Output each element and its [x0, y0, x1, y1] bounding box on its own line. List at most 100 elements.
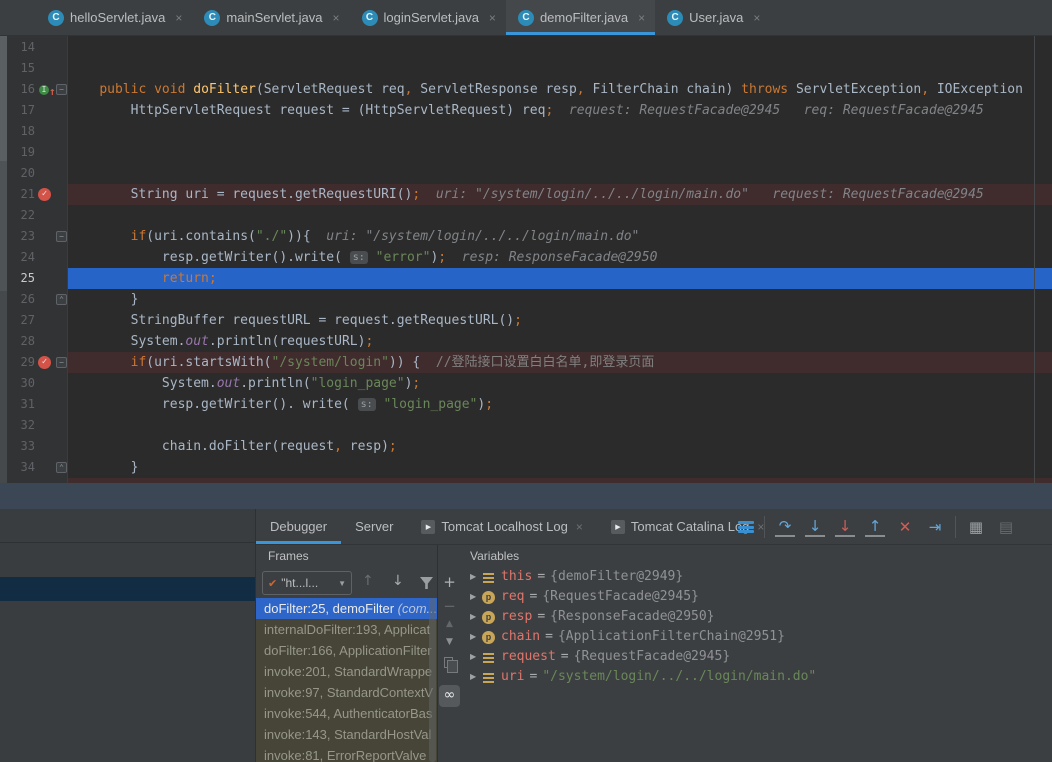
close-icon[interactable]: × — [489, 11, 496, 25]
close-icon[interactable]: × — [638, 11, 645, 25]
code-line[interactable]: 33 chain.doFilter(request, resp); — [0, 436, 1052, 457]
thread-dropdown[interactable]: ✔ "ht...l... ▼ — [262, 571, 352, 595]
fold-end-icon[interactable]: ⌃ — [56, 462, 67, 473]
fold-collapse-icon[interactable]: − — [56, 357, 67, 368]
expand-arrow-icon[interactable]: ▶ — [470, 587, 482, 607]
step-over-button[interactable]: ↷ — [775, 517, 795, 537]
line-number[interactable]: 28 — [7, 331, 35, 352]
code-line[interactable]: 16I↑− public void doFilter(ServletReques… — [0, 79, 1052, 100]
previous-frame-button[interactable]: ↑ — [362, 573, 374, 589]
line-number[interactable]: 25 — [7, 268, 35, 289]
line-number[interactable]: 20 — [7, 163, 35, 184]
layout-settings-button[interactable]: ▤ — [996, 518, 1016, 536]
remove-watch-button[interactable]: − — [438, 597, 461, 615]
code-line[interactable]: 28 System.out.println(requestURL); — [0, 331, 1052, 352]
stack-frame-row[interactable]: invoke:97, StandardContextV — [256, 682, 437, 703]
drop-frame-button[interactable]: ✕ — [895, 518, 915, 536]
code-line[interactable]: 14 — [0, 37, 1052, 58]
variable-row[interactable]: ▶presp={ResponseFacade@2950} — [460, 607, 1052, 627]
code-line[interactable]: 34⌃ } — [0, 457, 1052, 478]
editor-tab-helloServlet.java[interactable]: ChelloServlet.java× — [36, 0, 192, 35]
variable-row[interactable]: ▶preq={RequestFacade@2945} — [460, 587, 1052, 607]
code-line[interactable]: 24 resp.getWriter().write( s: "error"); … — [0, 247, 1052, 268]
line-number[interactable]: 17 — [7, 100, 35, 121]
frames-scrollbar[interactable] — [429, 598, 436, 762]
code-line[interactable]: 26⌃ } — [0, 289, 1052, 310]
step-into-button[interactable]: ↓ — [805, 517, 825, 537]
expand-arrow-icon[interactable]: ▶ — [470, 667, 482, 687]
editor-tab-demoFilter.java[interactable]: CdemoFilter.java× — [506, 0, 655, 35]
code-line[interactable]: 27 StringBuffer requestURL = request.get… — [0, 310, 1052, 331]
line-number[interactable]: 26 — [7, 289, 35, 310]
editor-tab-loginServlet.java[interactable]: CloginServlet.java× — [350, 0, 506, 35]
stack-frame-row[interactable]: invoke:201, StandardWrappe — [256, 661, 437, 682]
line-number[interactable]: 14 — [7, 37, 35, 58]
variable-row[interactable]: ▶uri="/system/login/../../login/main.do" — [460, 667, 1052, 687]
line-number[interactable]: 23 — [7, 226, 35, 247]
close-icon[interactable]: × — [175, 11, 182, 25]
move-up-button[interactable]: ▲ — [438, 619, 461, 629]
line-number[interactable]: 24 — [7, 247, 35, 268]
expand-arrow-icon[interactable]: ▶ — [470, 607, 482, 627]
editor-tab-User.java[interactable]: CUser.java× — [655, 0, 770, 35]
variable-row[interactable]: ▶pchain={ApplicationFilterChain@2951} — [460, 627, 1052, 647]
debug-tab-server[interactable]: Server — [341, 509, 407, 544]
menu-icon[interactable] — [738, 521, 754, 533]
fold-collapse-icon[interactable]: − — [56, 84, 67, 95]
line-number[interactable]: 29 — [7, 352, 35, 373]
code-line[interactable]: 30 System.out.println("login_page"); — [0, 373, 1052, 394]
line-number[interactable]: 33 — [7, 436, 35, 457]
code-line[interactable]: 31 resp.getWriter(). write( s: "login_pa… — [0, 394, 1052, 415]
line-number[interactable]: 34 — [7, 457, 35, 478]
code-line[interactable]: 32 — [0, 415, 1052, 436]
stack-frame-row[interactable]: invoke:81, ErrorReportValve — [256, 745, 437, 762]
code-line[interactable]: 20 — [0, 163, 1052, 184]
line-number[interactable]: 15 — [7, 58, 35, 79]
duplicate-watch-button[interactable] — [444, 657, 453, 668]
next-frame-button[interactable]: ↓ — [392, 573, 404, 589]
close-icon[interactable]: × — [753, 11, 760, 25]
stack-frame-row[interactable]: doFilter:25, demoFilter (com... — [256, 598, 437, 619]
breakpoint-icon[interactable]: ✓ — [38, 356, 51, 369]
add-watch-button[interactable]: + — [438, 573, 461, 591]
editor-tab-mainServlet.java[interactable]: CmainServlet.java× — [192, 0, 349, 35]
move-down-button[interactable]: ▼ — [438, 637, 461, 647]
code-line[interactable]: 23− if(uri.contains("./")){ uri: "/syste… — [0, 226, 1052, 247]
line-number[interactable]: 19 — [7, 142, 35, 163]
code-line[interactable]: 18 — [0, 121, 1052, 142]
stack-frame-row[interactable]: internalDoFilter:193, Applicat — [256, 619, 437, 640]
variable-row[interactable]: ▶request={RequestFacade@2945} — [460, 647, 1052, 667]
line-number[interactable]: 31 — [7, 394, 35, 415]
stack-frame-row[interactable]: invoke:544, AuthenticatorBas — [256, 703, 437, 724]
expand-arrow-icon[interactable]: ▶ — [470, 567, 482, 587]
stack-frame-row[interactable]: doFilter:166, ApplicationFilter — [256, 640, 437, 661]
code-line[interactable]: 25 return; — [0, 268, 1052, 289]
code-line[interactable]: 21✓ String uri = request.getRequestURI()… — [0, 184, 1052, 205]
line-number[interactable]: 16 — [7, 79, 35, 100]
code-line[interactable]: 15 — [0, 58, 1052, 79]
stack-frame-row[interactable]: invoke:143, StandardHostVal — [256, 724, 437, 745]
line-number[interactable]: 27 — [7, 310, 35, 331]
expand-arrow-icon[interactable]: ▶ — [470, 627, 482, 647]
expand-arrow-icon[interactable]: ▶ — [470, 647, 482, 667]
code-line[interactable]: 29✓− if(uri.startsWith("/system/login"))… — [0, 352, 1052, 373]
fold-collapse-icon[interactable]: − — [56, 231, 67, 242]
line-number[interactable]: 30 — [7, 373, 35, 394]
evaluate-expression-button[interactable]: ▦ — [966, 518, 986, 536]
run-to-cursor-button[interactable]: ⇥ — [925, 518, 945, 536]
variables-list[interactable]: ▶this={demoFilter@2949}▶preq={RequestFac… — [460, 567, 1052, 762]
force-step-into-button[interactable]: ↓ — [835, 517, 855, 537]
breakpoint-icon[interactable]: ✓ — [38, 188, 51, 201]
debug-tab-debugger[interactable]: Debugger — [256, 509, 341, 544]
line-number[interactable]: 21 — [7, 184, 35, 205]
step-out-button[interactable]: ↑ — [865, 517, 885, 537]
editor-panel-splitter[interactable] — [0, 483, 1052, 509]
line-number[interactable]: 18 — [7, 121, 35, 142]
hide-library-frames-filter-icon[interactable] — [420, 577, 433, 589]
variable-row[interactable]: ▶this={demoFilter@2949} — [460, 567, 1052, 587]
frames-list[interactable]: doFilter:25, demoFilter (com...internalD… — [256, 598, 437, 762]
debug-tab-tomcat-localhost-log[interactable]: ▶Tomcat Localhost Log× — [407, 509, 596, 544]
overrides-method-icon[interactable]: I — [39, 85, 49, 95]
code-line[interactable]: 17 HttpServletRequest request = (HttpSer… — [0, 100, 1052, 121]
close-icon[interactable]: × — [333, 11, 340, 25]
